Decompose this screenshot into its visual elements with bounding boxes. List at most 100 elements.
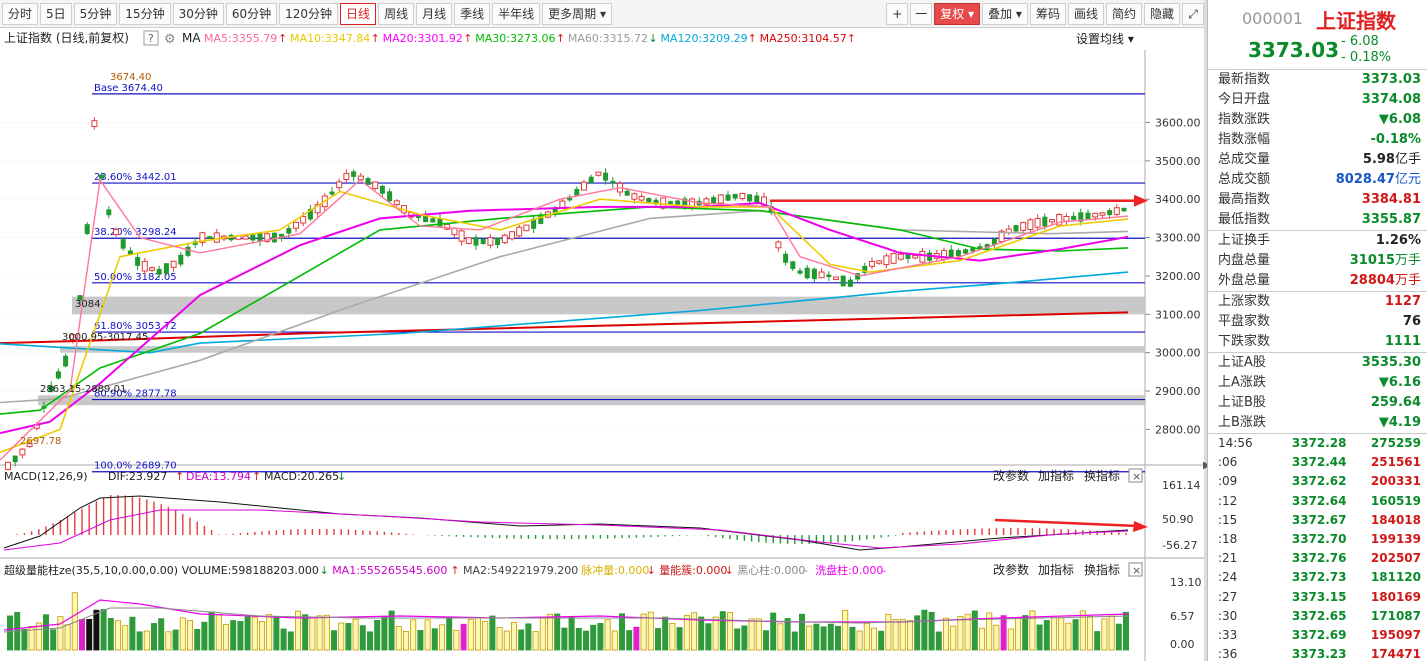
volume-bar: [1043, 620, 1050, 651]
candle-body: [372, 181, 379, 190]
index-stat-label: 最高指数: [1218, 192, 1271, 207]
volume-value: VOLUME:598188203.000: [182, 564, 319, 577]
volume-bar: [381, 615, 388, 651]
quote-section-index: 最新指数 3373.03 今日开盘 3374.08 指数涨跌 ▼6.08 指数涨幅 -0.18…: [1208, 70, 1427, 231]
tick-list[interactable]: 14:56 3372.28 275259:06 3372.44 251561:09 337…: [1208, 434, 1427, 661]
breadth-stat-value: 1127: [1384, 294, 1421, 309]
volume-bar: [655, 628, 662, 651]
volume-params-button[interactable]: 改参数: [993, 562, 1029, 577]
period-tab-1[interactable]: 5日: [40, 2, 72, 25]
price-change-pct: - 0.18%: [1341, 50, 1392, 65]
tick-time: :18: [1218, 531, 1238, 546]
period-tab-6[interactable]: 120分钟: [279, 2, 339, 25]
candle-body: [739, 192, 746, 199]
candle-body: [624, 190, 630, 196]
volume-bar: [691, 612, 698, 651]
tick-row: :12 3372.64 160519: [1208, 492, 1427, 511]
candle-body: [343, 172, 350, 180]
candle-body: [574, 188, 580, 196]
period-tab-5[interactable]: 60分钟: [225, 2, 278, 25]
ma-value-1: MA10:3347.84: [290, 32, 370, 45]
tick-row: :09 3372.62 200331: [1208, 472, 1427, 491]
volume-bar: [1007, 628, 1014, 651]
ma-value-3: MA30:3273.06: [475, 32, 555, 45]
candle-body: [646, 197, 652, 203]
price-axis-label: 3000.00: [1155, 347, 1201, 360]
tick-time: :36: [1218, 647, 1238, 661]
candle-body: [170, 260, 177, 268]
ab-stat-row: 上A涨跌 ▼6.16: [1208, 373, 1427, 393]
tick-volume: 181120: [1370, 570, 1421, 585]
overlay-button[interactable]: 叠加 ▾: [982, 2, 1028, 25]
gear-icon[interactable]: ⚙: [164, 32, 176, 47]
period-tab-11[interactable]: 半年线: [492, 2, 541, 25]
tick-volume: 160519: [1370, 493, 1421, 508]
tick-price: 3372.70: [1291, 531, 1347, 546]
volume-bar: [431, 628, 438, 651]
tick-volume: 195097: [1370, 627, 1421, 642]
macd-params-button[interactable]: 改参数: [993, 468, 1029, 483]
period-tab-3[interactable]: 15分钟: [119, 2, 171, 25]
zoom-in-button[interactable]: +: [886, 2, 909, 25]
tick-row: :21 3372.76 202507: [1208, 549, 1427, 568]
ma-settings-button[interactable]: 设置均线 ▾: [1076, 32, 1134, 46]
macd-switch-button[interactable]: 换指标: [1084, 468, 1120, 483]
volume-pulse-arrow: ↓: [647, 564, 656, 577]
candle-body: [178, 254, 184, 265]
tick-row: :30 3372.65 171087: [1208, 607, 1427, 626]
volume-bar: [201, 621, 208, 651]
draw-line-button[interactable]: 画线: [1067, 2, 1104, 25]
tick-price: 3372.28: [1291, 436, 1347, 450]
volume-bar: [590, 624, 597, 651]
volume-bar: [907, 620, 914, 651]
volume-bar: [633, 626, 640, 651]
candle-body: [912, 255, 919, 259]
volume-bar: [215, 613, 222, 651]
volume-bar: [719, 611, 726, 651]
volume-bar: [287, 631, 294, 651]
tick-row: :24 3372.73 181120: [1208, 568, 1427, 587]
simple-button[interactable]: 简约: [1105, 2, 1142, 25]
volume-stat-value: 31015万手: [1349, 253, 1421, 268]
volume-switch-button[interactable]: 换指标: [1084, 562, 1120, 577]
fullscreen-icon[interactable]: ⤢: [1182, 2, 1204, 25]
ma-value-2: MA20:3301.92: [383, 32, 463, 45]
candle-body: [1071, 215, 1077, 220]
index-stat-row: 指数涨幅 -0.18%: [1208, 130, 1427, 150]
chips-button[interactable]: 筹码: [1029, 2, 1066, 25]
period-tab-4[interactable]: 30分钟: [172, 2, 224, 25]
zoom-out-button[interactable]: 一: [910, 2, 933, 25]
breadth-stat-label: 平盘家数: [1218, 314, 1271, 329]
tick-time: :06: [1218, 455, 1238, 470]
hide-button[interactable]: 隐藏: [1143, 2, 1180, 25]
breadth-stat-value: 76: [1402, 314, 1421, 329]
period-tab-2[interactable]: 5分钟: [73, 2, 118, 25]
volume-bar: [64, 624, 71, 651]
period-tab-12[interactable]: 更多周期 ▾: [542, 2, 612, 25]
period-tab-10[interactable]: 季线: [454, 2, 491, 25]
volume-stat-value: 28804万手: [1349, 273, 1421, 288]
candle-body: [588, 176, 594, 184]
volume-bar: [1051, 617, 1058, 651]
macd-add-button[interactable]: 加指标: [1038, 468, 1074, 483]
quote-section-ab-shares: 上证A股 3535.30 上A涨跌 ▼6.16 上证B股 259.64 上B涨跌 ▼4.19: [1208, 353, 1427, 434]
index-stat-label: 总成交量: [1218, 152, 1271, 167]
candle-body: [955, 250, 961, 257]
volume-bar: [921, 609, 928, 651]
period-tab-0[interactable]: 分时: [2, 2, 39, 25]
volume-bar: [194, 628, 201, 651]
volume-bar: [374, 619, 381, 651]
period-tab-8[interactable]: 周线: [378, 2, 415, 25]
period-tab-7[interactable]: 日线: [340, 2, 377, 25]
kline-chart[interactable]: 上证指数 (日线,前复权)? ⚙ MA MA5:3355.79 ↑ MA10:3347.8…: [0, 28, 1204, 661]
tick-price: 3372.65: [1291, 608, 1347, 623]
fuquan-button[interactable]: 复权 ▾: [934, 2, 981, 25]
candle-body: [365, 178, 371, 185]
period-tab-9[interactable]: 月线: [416, 2, 453, 25]
volume-bar: [43, 614, 50, 651]
candle-body: [329, 191, 335, 195]
tick-volume: 184018: [1370, 512, 1421, 527]
volume-bar: [266, 614, 273, 651]
candle-body: [631, 193, 638, 200]
volume-add-button[interactable]: 加指标: [1038, 562, 1074, 577]
